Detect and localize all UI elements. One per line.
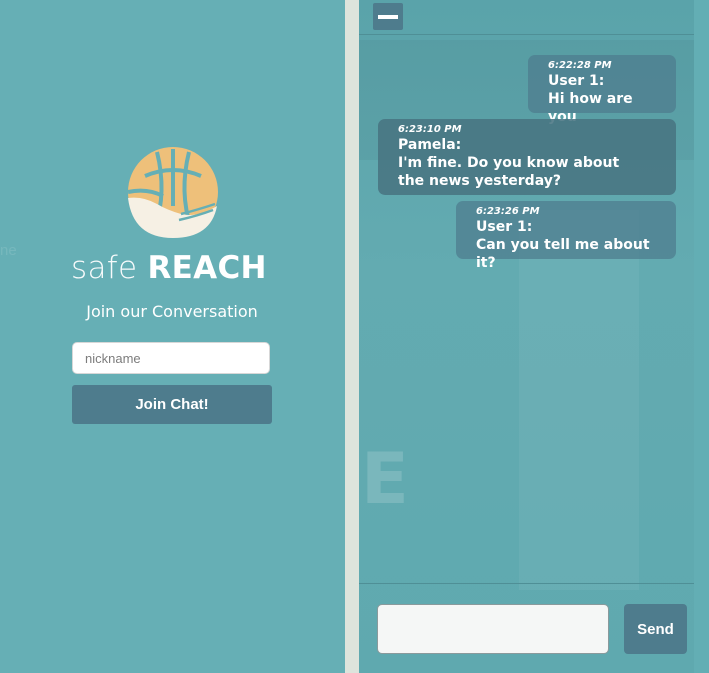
safereach-logo-icon (127, 147, 218, 238)
message-time: 6:22:28 PM (548, 60, 612, 71)
send-button[interactable]: Send (624, 604, 687, 654)
right-edge-strip (694, 0, 709, 673)
tagline: Join our Conversation (86, 302, 258, 321)
message-text: I'm fine. Do you know about the news yes… (398, 155, 620, 189)
chat-message: 6:23:10 PM Pamela: I'm fine. Do you know… (378, 119, 676, 195)
message-time: 6:23:26 PM (476, 206, 540, 217)
join-panel: ne safe REACH Join our Conversation Join… (0, 0, 345, 673)
chat-header (359, 0, 694, 35)
chat-message: 6:22:28 PM User 1: Hi how are you (528, 55, 676, 125)
chat-message: 6:23:26 PM User 1: Can you tell me about… (456, 201, 676, 271)
brand-wordmark: safe REACH (71, 250, 281, 286)
message-sender: Pamela: (398, 137, 462, 153)
brand-bold: REACH (147, 250, 267, 286)
minimize-icon (378, 15, 398, 19)
background-ghost-letter: E (361, 438, 409, 520)
message-input[interactable] (377, 604, 609, 654)
chat-footer-divider (359, 583, 694, 584)
message-sender: User 1: (476, 219, 533, 235)
panel-divider (345, 0, 359, 673)
join-chat-button[interactable]: Join Chat! (72, 385, 272, 424)
message-sender: User 1: (548, 73, 605, 89)
minimize-button[interactable] (373, 3, 403, 30)
nickname-input[interactable] (72, 342, 270, 374)
background-ghost-text: ne (0, 242, 17, 259)
chat-window: E 6:22:28 PM User 1: Hi how are you 6:23… (359, 0, 694, 673)
brand-light: safe (71, 250, 138, 286)
message-text: Can you tell me about it? (476, 237, 650, 271)
message-time: 6:23:10 PM (398, 124, 462, 135)
